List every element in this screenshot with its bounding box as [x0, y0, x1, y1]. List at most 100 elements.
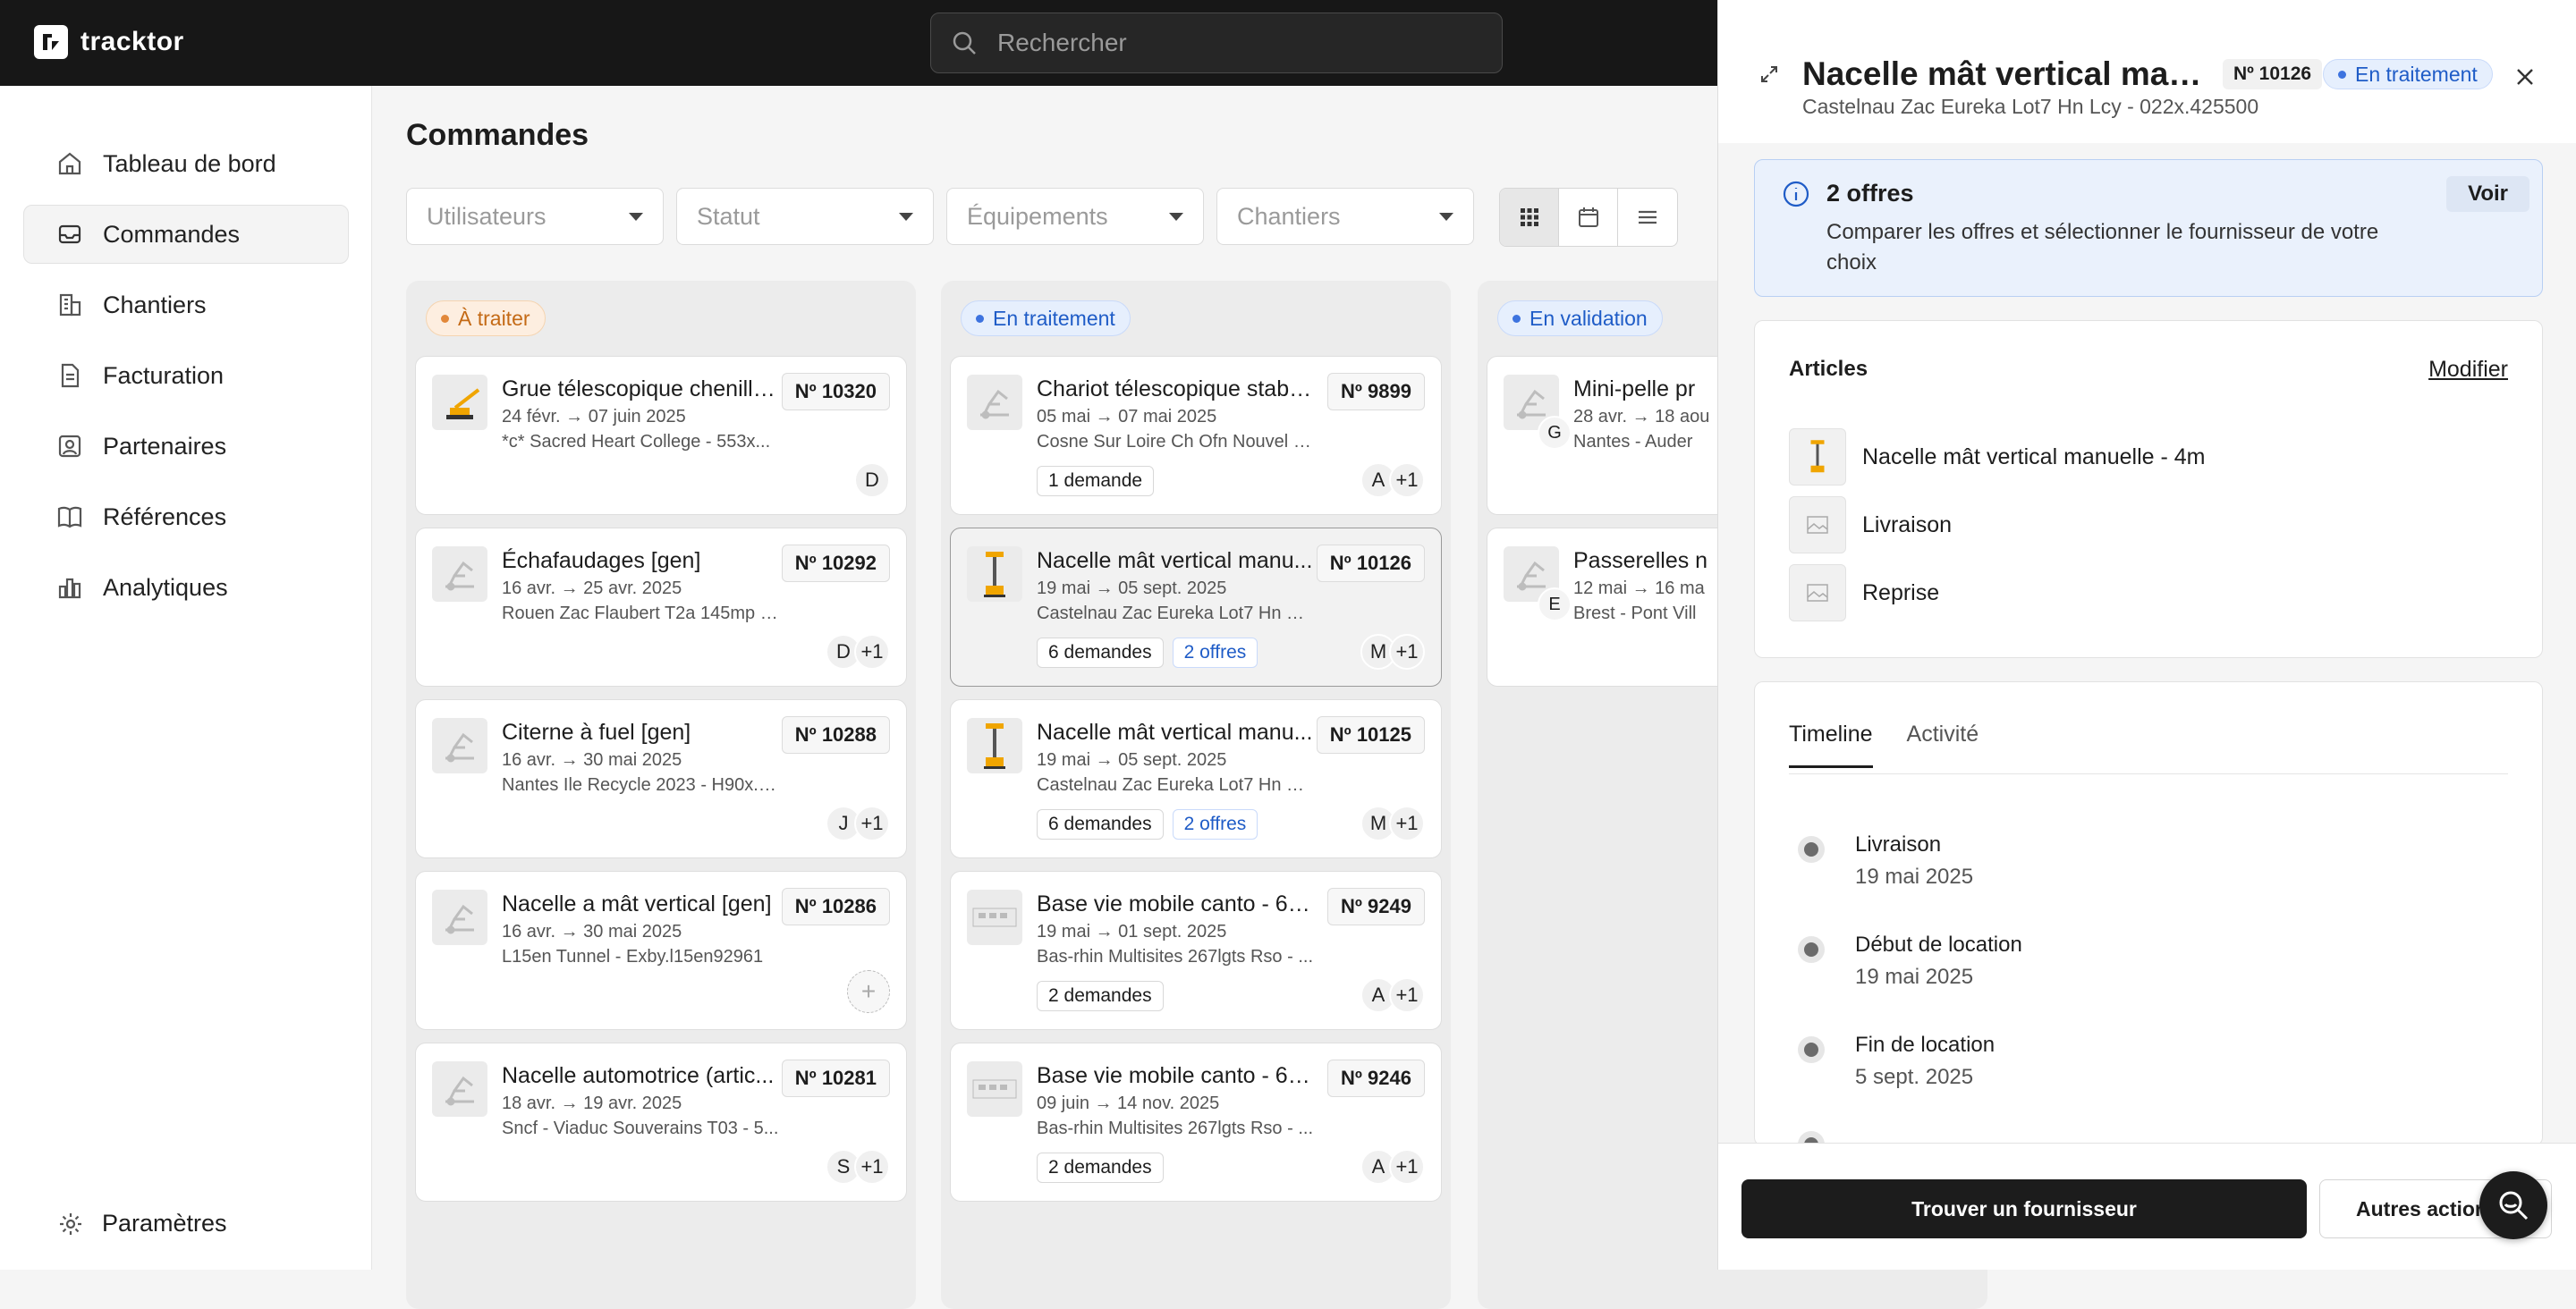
order-card[interactable]: Base vie mobile canto - 6 p... 19 mai → …: [950, 871, 1442, 1030]
filter-users[interactable]: Utilisateurs: [406, 188, 664, 245]
sidebar-item-label: Tableau de bord: [103, 149, 276, 177]
card-title: Base vie mobile canto - 6 p...: [1037, 1063, 1314, 1088]
help-search-button[interactable]: [2479, 1171, 2547, 1239]
contact-icon: [56, 433, 83, 460]
sidebar-item-orders[interactable]: Commandes: [23, 205, 349, 264]
order-card[interactable]: Nacelle mât vertical manu... 19 mai → 05…: [950, 699, 1442, 858]
card-title: Nacelle mât vertical manu...: [1037, 548, 1313, 573]
panel-footer: Trouver un fournisseur Autres actions: [1718, 1143, 2576, 1270]
status-badge: En traitement: [961, 300, 1131, 336]
article-name: Reprise: [1862, 579, 1940, 605]
tab-activity[interactable]: Activité: [1907, 722, 1979, 768]
order-card[interactable]: Citerne à fuel [gen] 16 avr. → 30 mai 20…: [415, 699, 907, 858]
chevron-down-icon: [629, 212, 643, 221]
panel-subtitle: Castelnau Zac Eureka Lot7 Hn Lcy - 022x.…: [1802, 95, 2259, 118]
home-icon: [56, 150, 83, 177]
filter-sites[interactable]: Chantiers: [1216, 188, 1474, 245]
search-box[interactable]: [930, 13, 1503, 73]
card-dates: 19 mai → 01 sept. 2025: [1037, 922, 1227, 942]
status-badge: En traitement: [2323, 59, 2493, 89]
requests-tag: 2 demandes: [1037, 981, 1164, 1011]
sidebar-item-dashboard[interactable]: Tableau de bord: [23, 134, 349, 193]
offers-tag: 2 offres: [1172, 809, 1258, 840]
order-card[interactable]: Base vie mobile canto - 6 p... 09 juin →…: [950, 1043, 1442, 1202]
avatar-more: +1: [1389, 977, 1425, 1013]
page-title: Commandes: [406, 118, 589, 152]
search-input[interactable]: [996, 28, 1496, 58]
order-detail-panel: Nacelle mât vertical manu... Nº 10126 En…: [1717, 0, 2576, 1270]
timeline-date: 19 mai 2025: [1855, 965, 1974, 989]
article-item: Livraison: [1789, 496, 1952, 553]
card-site: Rouen Zac Flaubert T2a 145mp L...: [502, 604, 779, 623]
card-dates: 24 févr. → 07 juin 2025: [502, 407, 686, 426]
sidebar-item-sites[interactable]: Chantiers: [23, 275, 349, 334]
bar-chart-icon: [56, 574, 83, 601]
order-card[interactable]: Nacelle automotrice (artic... 18 avr. → …: [415, 1043, 907, 1202]
order-card-selected[interactable]: Nacelle mât vertical manu... 19 mai → 05…: [950, 528, 1442, 687]
timeline-dot-icon: [1798, 936, 1825, 963]
app-logo[interactable]: tracktor: [34, 25, 184, 59]
search-icon: [2499, 1191, 2529, 1220]
filter-label: Équipements: [967, 202, 1108, 230]
avatar: G: [1538, 416, 1572, 450]
article-item: Nacelle mât vertical manuelle - 4m: [1789, 428, 2205, 486]
order-number: Nº 10125: [1316, 716, 1425, 754]
grid-view-button[interactable]: [1500, 189, 1559, 246]
chevron-down-icon: [1169, 212, 1183, 221]
expand-icon[interactable]: [1759, 64, 1779, 84]
article-item: Reprise: [1789, 564, 1939, 621]
order-card[interactable]: Grue télescopique chenille... 24 févr. →…: [415, 356, 907, 515]
search-icon: [951, 30, 978, 56]
timeline-section: Timeline Activité Livraison 19 mai 2025 …: [1754, 681, 2543, 1146]
sidebar-item-label: Analytiques: [103, 573, 228, 601]
sidebar-item-partners[interactable]: Partenaires: [23, 417, 349, 476]
filter-label: Chantiers: [1237, 202, 1341, 230]
offers-tag: 2 offres: [1172, 638, 1258, 668]
crane-thumbnail: [432, 375, 487, 430]
offers-text: Comparer les offres et sélectionner le f…: [1826, 220, 2379, 274]
card-dates: 18 avr. → 19 avr. 2025: [502, 1094, 682, 1113]
add-user-button[interactable]: +: [847, 970, 890, 1013]
card-title: Citerne à fuel [gen]: [502, 720, 691, 745]
tab-timeline[interactable]: Timeline: [1789, 722, 1873, 768]
filter-status[interactable]: Statut: [676, 188, 934, 245]
sidebar-item-label: Commandes: [103, 220, 241, 248]
find-supplier-button[interactable]: Trouver un fournisseur: [1741, 1179, 2307, 1238]
calendar-view-button[interactable]: [1559, 189, 1618, 246]
sidebar-item-references[interactable]: Références: [23, 487, 349, 546]
calendar-icon: [1578, 207, 1598, 227]
card-dates: 19 mai → 05 sept. 2025: [1037, 750, 1227, 770]
list-icon: [1639, 210, 1657, 224]
book-icon: [56, 503, 83, 530]
machine-placeholder-icon: [432, 890, 487, 945]
status-badge: En validation: [1497, 300, 1663, 336]
card-site: *c* Sacred Heart College - 553x...: [502, 432, 771, 452]
card-site: Sncf - Viaduc Souverains T03 - 5...: [502, 1119, 779, 1138]
sidebar-item-label: Facturation: [103, 361, 225, 389]
order-card[interactable]: Chariot télescopique stabili... 05 mai →…: [950, 356, 1442, 515]
order-card[interactable]: Nacelle a mât vertical [gen] 16 avr. → 3…: [415, 871, 907, 1030]
card-site: Cosne Sur Loire Ch Ofn Nouvel H...: [1037, 432, 1314, 452]
order-card[interactable]: Échafaudages [gen] 16 avr. → 25 avr. 202…: [415, 528, 907, 687]
sidebar-item-billing[interactable]: Facturation: [23, 346, 349, 405]
card-site: Castelnau Zac Eureka Lot7 Hn Lc...: [1037, 604, 1314, 623]
edit-articles-link[interactable]: Modifier: [2428, 357, 2508, 383]
view-offers-button[interactable]: Voir: [2446, 176, 2529, 212]
sidebar-item-label: Partenaires: [103, 432, 227, 460]
close-icon[interactable]: [2514, 66, 2536, 88]
sidebar-item-settings[interactable]: Paramètres: [57, 1210, 227, 1237]
avatar-more: +1: [1389, 462, 1425, 498]
sidebar-item-label: Chantiers: [103, 291, 207, 318]
sidebar-item-analytics[interactable]: Analytiques: [23, 558, 349, 617]
avatar-more: +1: [1389, 1149, 1425, 1185]
mast-lift-thumbnail: [967, 718, 1022, 773]
order-number: Nº 10288: [781, 716, 890, 754]
filter-equipment[interactable]: Équipements: [946, 188, 1204, 245]
card-title: Grue télescopique chenille...: [502, 376, 779, 401]
view-toggle: [1499, 188, 1678, 247]
order-number: Nº 10320: [781, 373, 890, 410]
list-view-button[interactable]: [1618, 189, 1677, 246]
requests-tag: 1 demande: [1037, 466, 1155, 496]
avatar: E: [1538, 587, 1572, 621]
requests-tag: 2 demandes: [1037, 1153, 1164, 1183]
